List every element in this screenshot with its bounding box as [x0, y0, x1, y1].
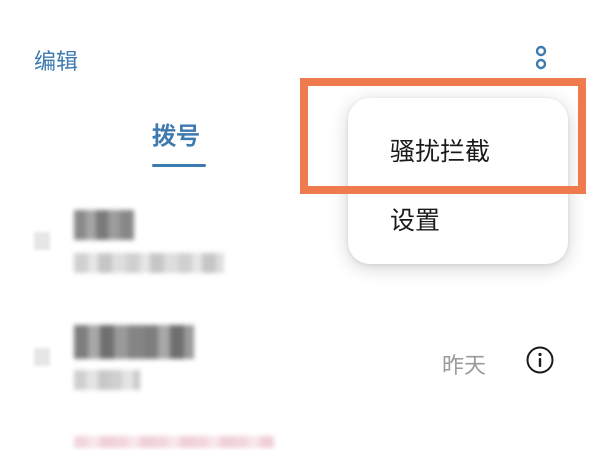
contact-number [74, 253, 224, 273]
menu-item-settings[interactable]: 设置 [390, 201, 440, 237]
more-options-button[interactable] [530, 44, 552, 72]
call-time: 昨天 [442, 354, 487, 379]
overflow-menu: 骚扰拦截 设置 [348, 98, 568, 264]
contact-number [74, 370, 140, 390]
dialer-screen: 编辑 拨号 昨天 骚扰拦截 设置 [0, 0, 600, 450]
contact-avatar [34, 232, 50, 250]
menu-item-harassment-block[interactable]: 骚扰拦截 [390, 132, 490, 168]
more-vertical-icon [530, 44, 552, 72]
tab-active-indicator [152, 164, 206, 167]
tab-dial[interactable]: 拨号 [152, 116, 200, 151]
edit-button[interactable]: 编辑 [34, 44, 78, 76]
info-icon[interactable] [525, 345, 555, 375]
contact-name [74, 210, 134, 240]
contact-avatar [34, 348, 50, 366]
contact-name [74, 325, 194, 359]
list-item [74, 436, 274, 448]
